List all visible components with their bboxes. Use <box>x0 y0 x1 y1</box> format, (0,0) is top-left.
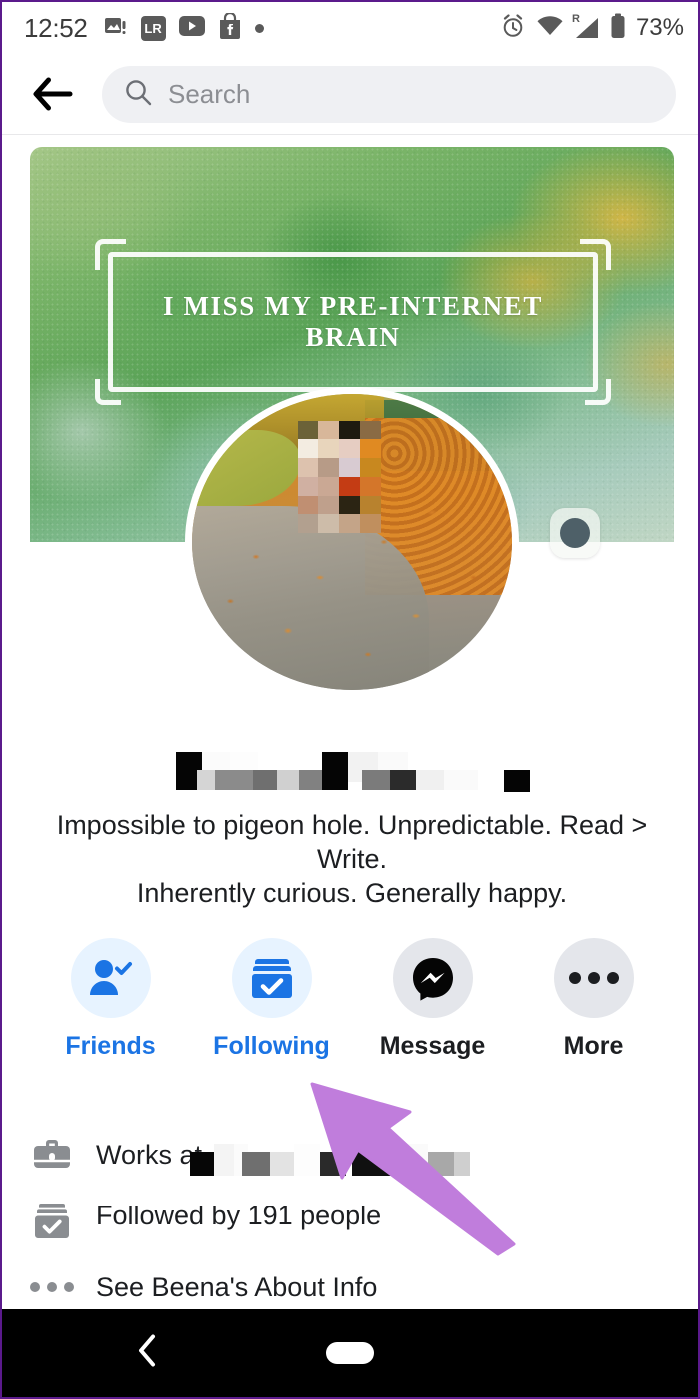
more-dots-icon <box>30 1282 74 1292</box>
profile-action-buttons: Friends Following Message More <box>30 938 674 1068</box>
message-button[interactable]: Message <box>358 938 508 1061</box>
search-placeholder: Search <box>168 78 251 109</box>
alarm-icon <box>500 13 526 44</box>
following-check-icon <box>231 938 312 1018</box>
info-row-followers-text: Followed by 191 people <box>96 1206 382 1230</box>
info-row-about-label: See Beena's About Info <box>96 1271 378 1302</box>
wifi-icon <box>536 15 564 42</box>
search-icon <box>124 78 152 111</box>
briefcase-icon <box>30 1137 74 1173</box>
info-row-followers[interactable]: Followed by 191 people <box>30 1188 674 1254</box>
bio-line-1: Impossible to pigeon hole. Unpredictable… <box>56 810 648 840</box>
android-nav-bar <box>2 1309 698 1397</box>
frame-corner-bottom-left <box>95 379 121 405</box>
status-system-icons: R 73% <box>500 13 684 44</box>
friend-check-icon <box>70 938 151 1018</box>
cover-decorative-frame: I MISS MY PRE-INTERNET BRAIN <box>95 239 611 405</box>
bio-line-2: Write. <box>316 844 387 874</box>
work-employer-redacted <box>180 1138 470 1180</box>
phone-screen: 12:52 LR R 73% Search I MISS MY PRE-INTE… <box>2 2 698 1397</box>
friends-button[interactable]: Friends <box>36 938 186 1061</box>
app-header: Search <box>2 54 698 135</box>
battery-percent-label: 73% <box>635 14 684 41</box>
search-input[interactable]: Search <box>102 65 676 123</box>
more-dots-icon <box>553 938 634 1018</box>
more-dots-shape <box>30 1282 74 1292</box>
avatar-pixelation-mask <box>297 420 381 534</box>
frame-corner-bottom-right <box>585 379 611 405</box>
lightroom-label: LR <box>144 20 162 36</box>
status-bar: 12:52 LR R 73% <box>2 2 698 54</box>
roaming-label: R <box>571 13 580 25</box>
youtube-icon <box>178 15 205 41</box>
more-button-label: More <box>563 1032 624 1060</box>
camera-icon[interactable] <box>550 508 600 558</box>
avatar[interactable] <box>182 387 522 707</box>
profile-bio: Impossible to pigeon hole. Unpredictable… <box>42 808 662 910</box>
following-button-label: Following <box>213 1032 330 1060</box>
info-row-followers-label: Followed by 191 people <box>96 1206 381 1236</box>
lightroom-icon: LR <box>140 15 166 41</box>
cover-quote-text: I MISS MY PRE-INTERNET BRAIN <box>163 291 543 352</box>
photo-alert-icon <box>104 14 128 43</box>
message-button-label: Message <box>379 1032 486 1060</box>
nav-home-pill-icon[interactable] <box>326 1342 374 1364</box>
camera-lens-shape <box>560 518 590 548</box>
cell-signal-icon: R <box>571 13 600 40</box>
bio-line-3: Inherently curious. Generally happy. <box>136 878 568 908</box>
following-check-icon <box>30 1201 74 1241</box>
status-notification-icons: LR <box>104 11 264 44</box>
facebook-marketplace-icon <box>218 11 242 44</box>
following-button[interactable]: Following <box>197 938 347 1061</box>
more-button[interactable]: More <box>519 938 669 1061</box>
profile-name-redacted <box>167 752 537 792</box>
more-dots-shape <box>568 972 619 984</box>
battery-icon <box>610 13 626 44</box>
back-arrow-icon[interactable] <box>30 71 76 117</box>
avatar-image <box>185 387 519 697</box>
status-clock: 12:52 <box>24 12 88 43</box>
dot-icon <box>254 23 264 33</box>
messenger-icon <box>392 938 473 1018</box>
friends-button-label: Friends <box>65 1032 156 1060</box>
nav-back-icon[interactable] <box>135 1333 161 1374</box>
